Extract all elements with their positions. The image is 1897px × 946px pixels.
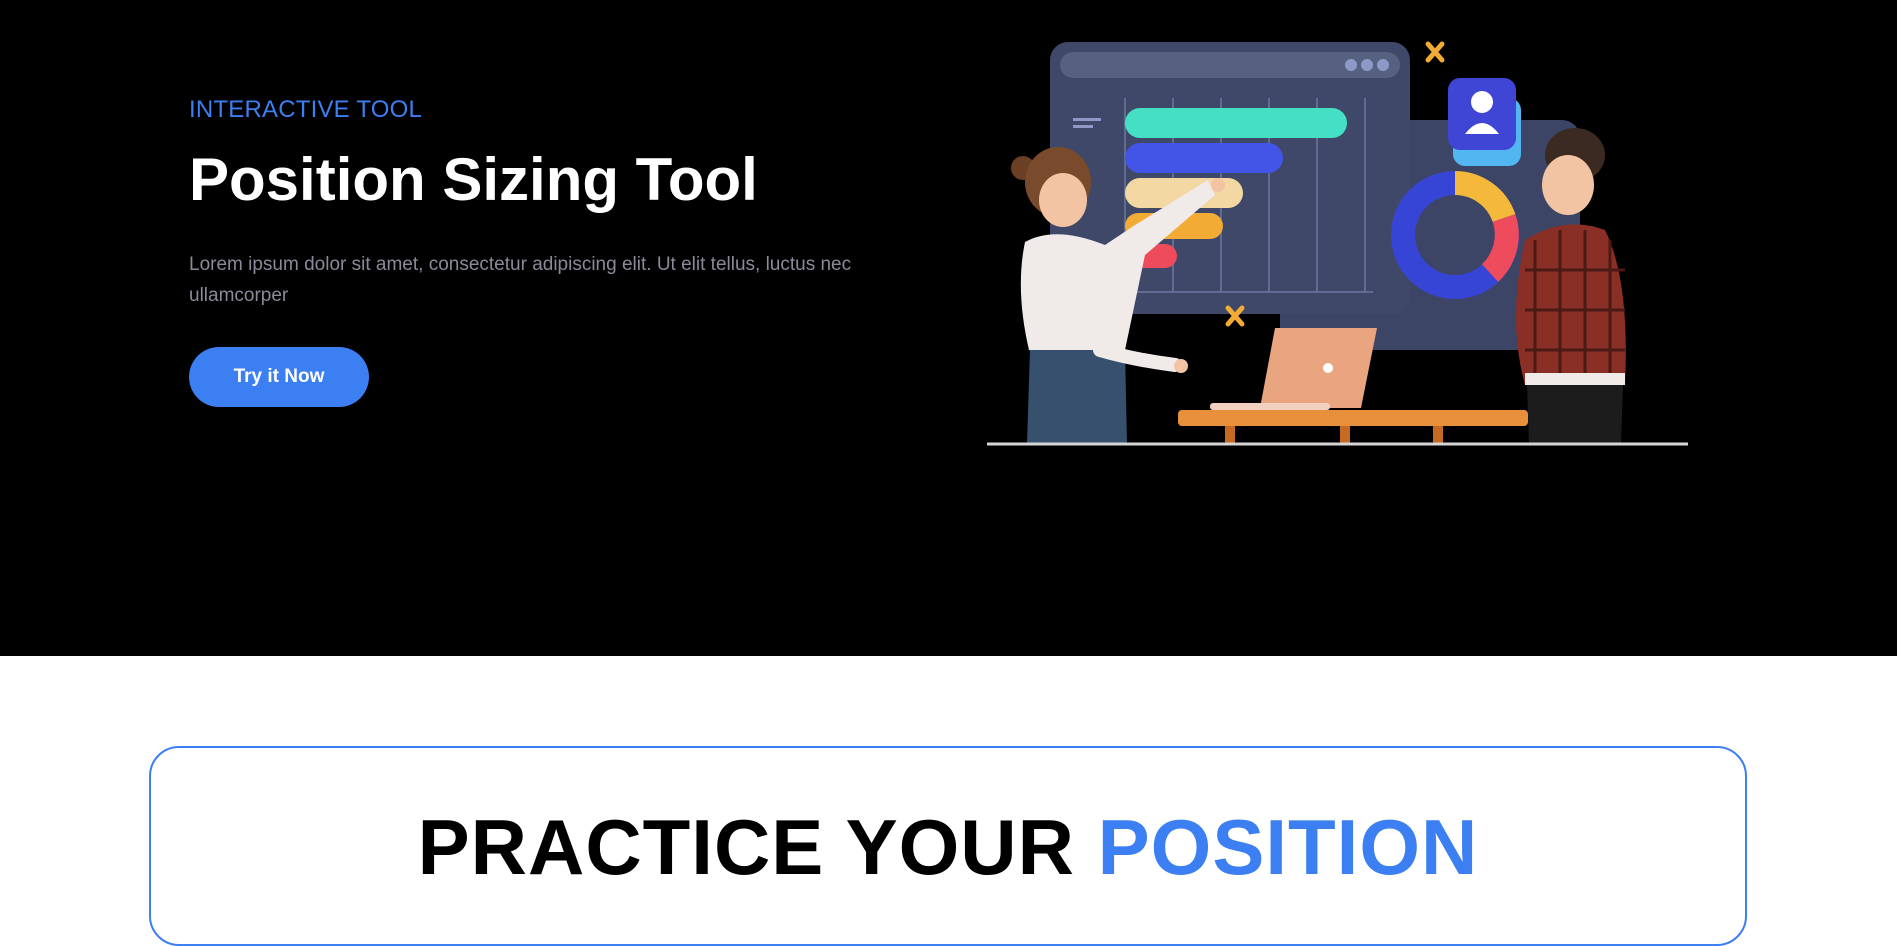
menu-line: [1073, 118, 1101, 121]
hero-section: INTERACTIVE TOOL Position Sizing Tool Lo…: [0, 0, 1897, 656]
practice-title-part2: POSITION: [1097, 803, 1479, 891]
hero-description: Lorem ipsum dolor sit amet, consectetur …: [189, 254, 852, 306]
analytics-presentation-illustration: [987, 41, 1688, 446]
practice-card: PRACTICE YOUR POSITION: [149, 746, 1747, 946]
hero-title: Position Sizing Tool: [189, 146, 758, 213]
bar-teal: [1125, 108, 1347, 138]
close-icon: [1377, 59, 1389, 71]
try-it-now-button[interactable]: Try it Now: [189, 347, 369, 407]
bar-blue: [1125, 143, 1283, 173]
minimize-icon: [1345, 59, 1357, 71]
profile-card: [1448, 78, 1516, 150]
hero-eyebrow: INTERACTIVE TOOL: [189, 96, 423, 123]
menu-line: [1073, 125, 1093, 128]
maximize-icon: [1361, 59, 1373, 71]
practice-title: PRACTICE YOUR POSITION: [151, 802, 1745, 892]
practice-title-part1: PRACTICE YOUR: [417, 803, 1075, 891]
user-icon: [1471, 91, 1493, 113]
sparkle-icon: [1425, 41, 1445, 63]
desk: [1178, 410, 1528, 426]
laptop-icon: [1260, 328, 1377, 408]
